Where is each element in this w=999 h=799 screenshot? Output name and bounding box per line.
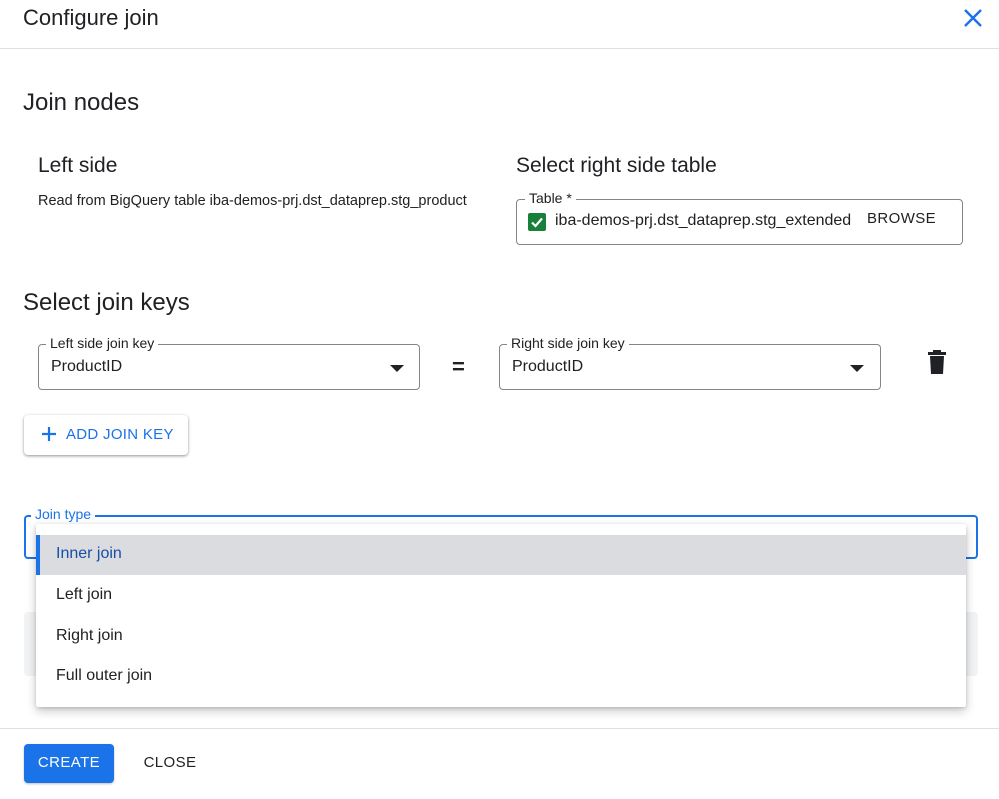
browse-button[interactable]: BROWSE bbox=[867, 210, 936, 227]
right-side-heading: Select right side table bbox=[516, 154, 717, 177]
join-type-dropdown: Inner join Left join Right join Full out… bbox=[36, 524, 966, 707]
chevron-down-icon bbox=[390, 365, 404, 372]
equals-sign: = bbox=[452, 354, 465, 379]
plus-icon bbox=[40, 425, 58, 448]
table-field-label: Table * bbox=[525, 190, 576, 206]
close-button[interactable]: CLOSE bbox=[130, 744, 210, 783]
close-icon[interactable] bbox=[960, 5, 986, 31]
add-join-key-label: ADD JOIN KEY bbox=[66, 426, 174, 443]
table-field[interactable]: iba-demos-prj.dst_dataprep.stg_extended … bbox=[516, 199, 963, 245]
close-button-label: CLOSE bbox=[143, 754, 197, 771]
join-type-option-inner[interactable]: Inner join bbox=[36, 535, 966, 575]
dialog-header: Configure join bbox=[0, 0, 999, 49]
join-type-option-left[interactable]: Left join bbox=[36, 576, 966, 616]
join-keys-heading: Select join keys bbox=[23, 289, 190, 316]
trash-icon[interactable] bbox=[927, 350, 947, 379]
option-label: Right join bbox=[56, 627, 123, 644]
left-side-heading: Left side bbox=[38, 154, 118, 177]
dialog-title: Configure join bbox=[23, 5, 159, 30]
create-button[interactable]: CREATE bbox=[24, 744, 114, 783]
option-label: Inner join bbox=[56, 545, 122, 562]
add-join-key-button[interactable]: ADD JOIN KEY bbox=[24, 415, 188, 455]
check-icon bbox=[528, 213, 546, 231]
join-type-option-right[interactable]: Right join bbox=[36, 617, 966, 657]
table-value: iba-demos-prj.dst_dataprep.stg_extended bbox=[555, 212, 852, 229]
chevron-down-icon bbox=[850, 365, 864, 372]
join-type-label: Join type bbox=[31, 506, 96, 522]
left-side-description: Read from BigQuery table iba-demos-prj.d… bbox=[38, 193, 467, 209]
create-button-label: CREATE bbox=[37, 754, 101, 771]
join-nodes-heading: Join nodes bbox=[23, 89, 140, 116]
left-join-key-label: Left side join key bbox=[46, 335, 159, 351]
join-type-option-full-outer[interactable]: Full outer join bbox=[36, 657, 966, 697]
left-join-key-value: ProductID bbox=[51, 358, 123, 375]
option-label: Full outer join bbox=[56, 667, 153, 684]
right-join-key-label: Right side join key bbox=[507, 335, 629, 351]
option-label: Left join bbox=[56, 586, 113, 603]
right-join-key-value: ProductID bbox=[512, 358, 584, 375]
